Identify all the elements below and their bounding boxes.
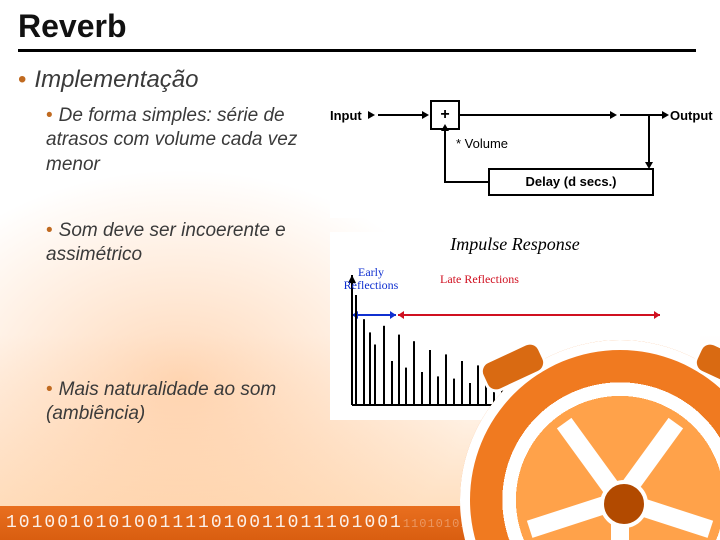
title-rule xyxy=(18,49,696,52)
slide-title: Reverb xyxy=(18,8,696,45)
bullet-3: •Mais naturalidade ao som (ambiência) xyxy=(46,378,336,427)
bullet-1: •De forma simples: série de atrasos com … xyxy=(46,104,336,177)
bullet-level1: •Implementação xyxy=(18,66,696,94)
bullet-2: •Som deve ser incoerente e assimétrico xyxy=(46,219,336,268)
